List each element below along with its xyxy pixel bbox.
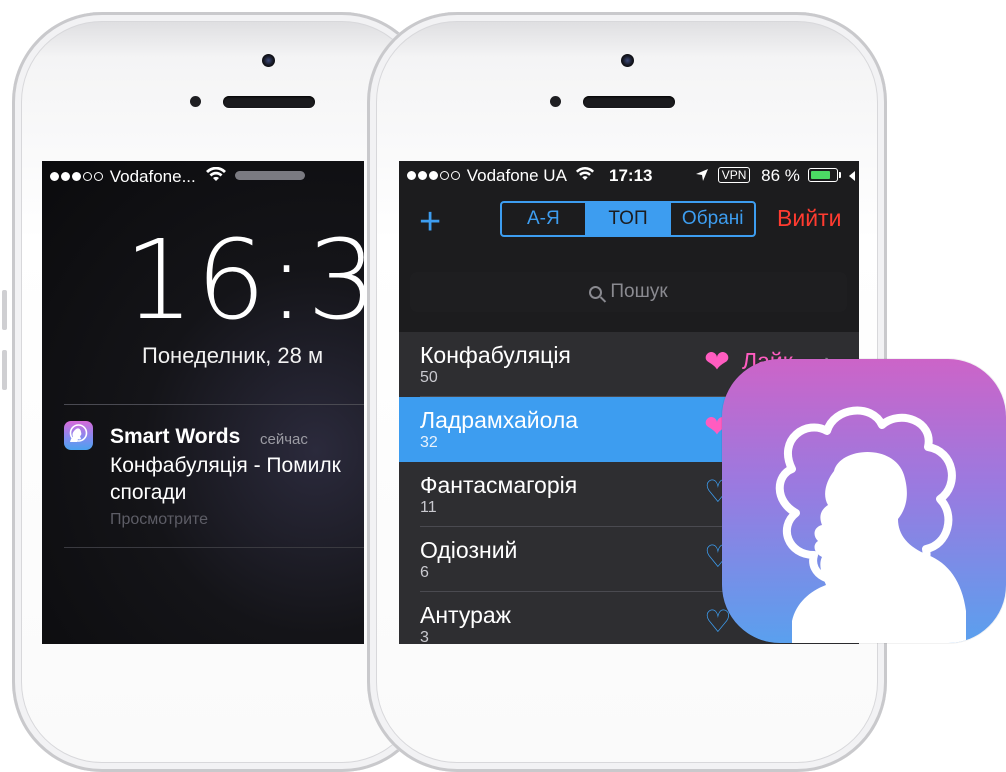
search-input[interactable]: Пошук bbox=[410, 272, 847, 312]
earpiece-speaker bbox=[223, 96, 315, 108]
app-status-time: 17:13 bbox=[609, 166, 653, 185]
smart-words-app-icon[interactable] bbox=[64, 421, 93, 450]
word-title: Одіозний bbox=[420, 537, 518, 563]
sensor-dot bbox=[190, 96, 201, 107]
notification-message-line: Конфабуляція - Помилк bbox=[110, 454, 341, 477]
battery-icon bbox=[807, 168, 841, 182]
wifi-icon bbox=[575, 167, 594, 180]
signal-dot-icon bbox=[83, 172, 92, 181]
sort-segmented-control: А-Я ТОП Обрані bbox=[500, 201, 756, 237]
word-count: 3 bbox=[420, 629, 429, 644]
earpiece-speaker bbox=[583, 96, 675, 108]
status-pill bbox=[235, 171, 306, 180]
word-title: Конфабуляція bbox=[420, 342, 571, 368]
charging-arrow-icon bbox=[849, 171, 856, 181]
word-title: Ладрамхайола bbox=[420, 407, 579, 433]
signal-dot-icon bbox=[440, 171, 449, 180]
notification-action[interactable]: Просмотрите bbox=[110, 511, 208, 529]
search-icon bbox=[589, 285, 603, 299]
front-camera-icon bbox=[262, 54, 275, 67]
smart-words-app-icon bbox=[722, 359, 1006, 643]
status-left: Vodafone UA bbox=[407, 166, 595, 186]
vpn-badge: VPN bbox=[717, 167, 751, 183]
lock-carrier: Vodafone... bbox=[109, 167, 196, 186]
logout-button[interactable]: Вийти bbox=[777, 205, 841, 232]
lock-screen: Vodafone... 16:30 Понеделник, 28 м Smart… bbox=[42, 161, 364, 644]
segment-a-ya[interactable]: А-Я bbox=[502, 203, 585, 235]
location-arrow-icon bbox=[696, 169, 708, 181]
add-word-button[interactable]: + bbox=[419, 203, 441, 241]
word-count: 11 bbox=[420, 499, 437, 516]
signal-dot-icon bbox=[94, 172, 103, 181]
signal-dot-icon bbox=[407, 171, 416, 180]
thinking-head-icon bbox=[775, 406, 966, 643]
segment-favorites[interactable]: Обрані bbox=[669, 203, 754, 235]
word-title: Антураж bbox=[420, 602, 512, 628]
volume-up-button bbox=[2, 290, 7, 330]
status-right: VPN 86 % bbox=[695, 166, 856, 186]
signal-dot-icon bbox=[72, 172, 81, 181]
front-camera-icon bbox=[621, 54, 634, 67]
notification-message[interactable]: Конфабуляція - Помилк спогади bbox=[110, 452, 364, 506]
lock-date: Понеделник, 28 м bbox=[142, 343, 324, 368]
divider bbox=[64, 404, 364, 405]
app-status-bar: Vodafone UA 17:13 VPN 86 % bbox=[399, 161, 859, 189]
notification-time: сейчас bbox=[260, 431, 308, 448]
word-count: 6 bbox=[420, 564, 429, 581]
sensor-dot bbox=[550, 96, 561, 107]
word-count: 50 bbox=[420, 369, 438, 386]
wifi-icon bbox=[205, 166, 226, 181]
signal-dot-icon bbox=[429, 171, 438, 180]
notification-app-name: Smart Words bbox=[110, 425, 241, 448]
battery-percent: 86 % bbox=[761, 166, 800, 185]
app-carrier: Vodafone UA bbox=[466, 166, 566, 185]
search-placeholder: Пошук bbox=[610, 281, 668, 302]
head-silhouette-icon bbox=[69, 424, 88, 442]
lock-status-bar: Vodafone... bbox=[50, 166, 306, 187]
divider bbox=[64, 547, 364, 548]
segment-top[interactable]: ТОП bbox=[584, 203, 670, 235]
signal-dot-icon bbox=[418, 171, 427, 180]
notification-message-line: спогади bbox=[110, 481, 187, 504]
signal-dot-icon bbox=[61, 172, 70, 181]
battery-fill bbox=[810, 171, 830, 179]
lock-time: 16:30 bbox=[124, 216, 364, 344]
signal-dot-icon bbox=[50, 172, 59, 181]
word-count: 32 bbox=[420, 434, 438, 451]
heart-icon[interactable]: ❤ bbox=[704, 346, 730, 377]
word-title: Фантасмагорія bbox=[420, 472, 578, 498]
signal-dot-icon bbox=[451, 171, 460, 180]
volume-down-button bbox=[2, 350, 7, 390]
